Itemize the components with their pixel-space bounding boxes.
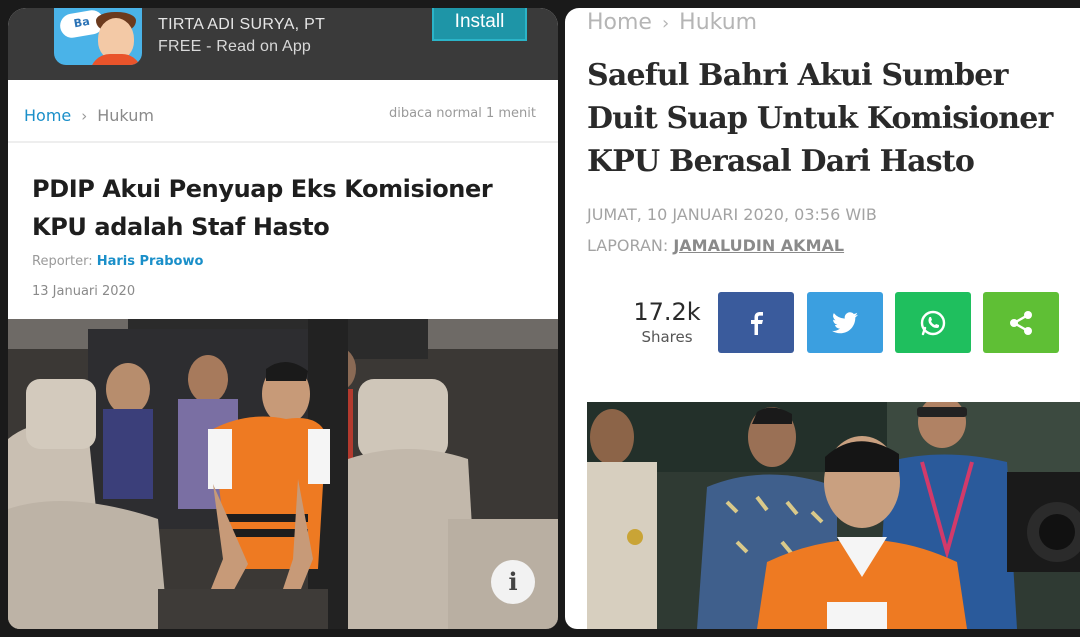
article-photo-illustration: [8, 319, 558, 629]
article-photo-illustration: [587, 402, 1080, 629]
app-install-banner: Ba TIRTA ADI SURYA, PT FREE - Read on Ap…: [8, 8, 558, 80]
breadcrumb-home-link[interactable]: Home: [24, 106, 71, 125]
reporter-label: Reporter:: [32, 254, 93, 269]
breadcrumb: Home › Hukum: [587, 10, 757, 35]
share-icon: [1010, 310, 1032, 335]
read-time: dibaca normal 1 menit: [388, 106, 536, 121]
breadcrumb-category-link[interactable]: Hukum: [97, 106, 154, 125]
divider: [8, 141, 558, 143]
info-icon[interactable]: i: [491, 560, 535, 604]
twitter-icon: [832, 311, 858, 333]
install-button[interactable]: Install: [432, 8, 527, 41]
article-photo: [587, 402, 1080, 629]
facebook-share-button[interactable]: [718, 292, 794, 353]
facebook-icon: [751, 311, 763, 335]
whatsapp-share-button[interactable]: [895, 292, 971, 353]
twitter-share-button[interactable]: [807, 292, 883, 353]
app-company-name: TIRTA ADI SURYA, PT: [158, 16, 326, 33]
right-article-screenshot: Home › Hukum Saeful Bahri Akui Sumber Duit…: [565, 8, 1080, 629]
article-title: Saeful Bahri Akui Sumber Duit Suap Untuk…: [587, 58, 1053, 179]
share-button[interactable]: [983, 292, 1059, 353]
reporter-line: Reporter: Haris Prabowo: [32, 254, 203, 269]
whatsapp-icon: [920, 310, 946, 335]
reporter-name-link[interactable]: JAMALUDIN AKMAL: [673, 236, 844, 255]
breadcrumb-chevron-icon: ›: [81, 107, 88, 125]
article-title: PDIP Akui Penyuap Eks Komisioner KPU ada…: [32, 175, 493, 241]
shares-count: 17.2k: [633, 298, 701, 326]
breadcrumb-chevron-icon: ›: [661, 13, 670, 34]
app-subtitle: FREE - Read on App: [158, 38, 312, 55]
article-date: JUMAT, 10 JANUARI 2020, 03:56 WIB: [587, 205, 877, 224]
breadcrumb-category-link[interactable]: Hukum: [679, 10, 757, 35]
left-article-screenshot: Ba TIRTA ADI SURYA, PT FREE - Read on Ap…: [8, 8, 558, 629]
article-photo: [8, 319, 558, 629]
reporter-line: LAPORAN: JAMALUDIN AKMAL: [587, 236, 844, 255]
share-counter: 17.2k Shares: [627, 298, 707, 346]
reporter-name-link[interactable]: Haris Prabowo: [97, 254, 204, 269]
breadcrumb: Home › Hukum: [24, 106, 154, 125]
reporter-label: LAPORAN:: [587, 236, 669, 255]
breadcrumb-home-link[interactable]: Home: [587, 10, 652, 35]
shares-label: Shares: [641, 328, 693, 346]
article-date: 13 Januari 2020: [32, 284, 136, 299]
app-icon[interactable]: Ba: [54, 8, 142, 65]
